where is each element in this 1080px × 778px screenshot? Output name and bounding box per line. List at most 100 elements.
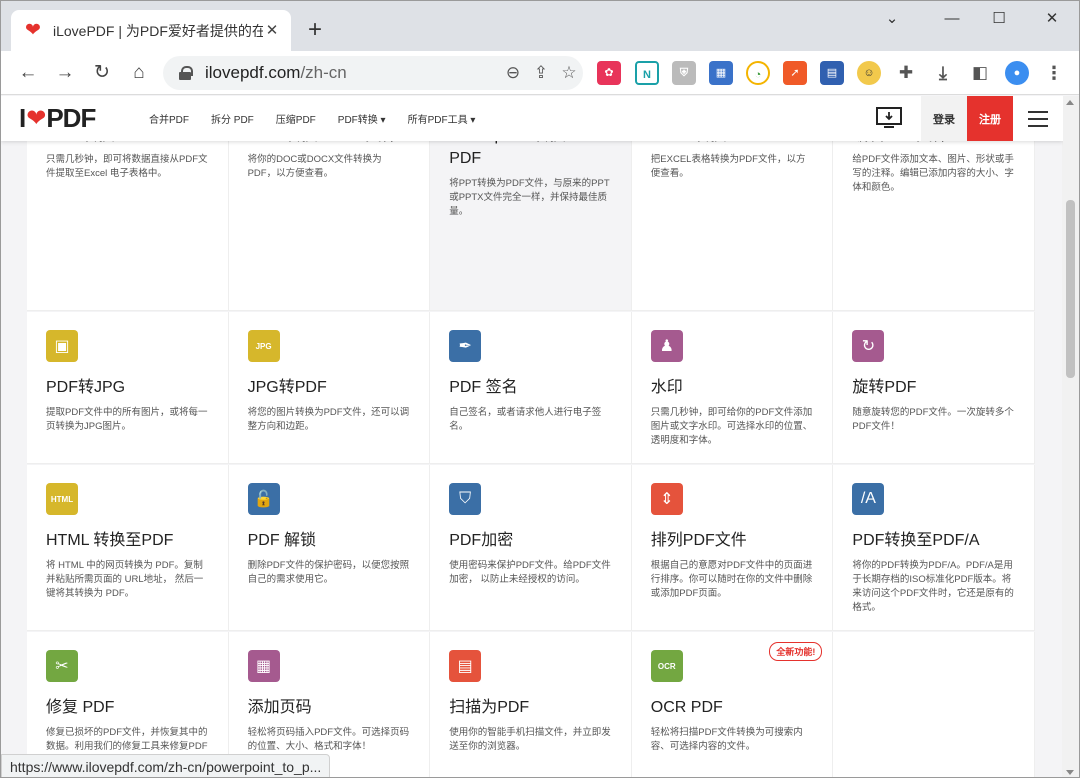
- desktop-app-icon[interactable]: [867, 96, 911, 141]
- tool-card[interactable]: Powerpoint 转换至 PDF将PPT转换为PDF文件，与原来的PPT或P…: [430, 111, 632, 311]
- tool-description: 随意旋转您的PDF文件。一次旋转多个PDF文件！: [852, 407, 1014, 432]
- tool-card[interactable]: ↻ 旋转PDF 随意旋转您的PDF文件。一次旋转多个PDF文件！: [833, 312, 1035, 464]
- browser-tab[interactable]: ❤ iLovePDF | 为PDF爱好者提供的在线工具 ✕: [11, 10, 291, 51]
- sign-icon: ✒: [449, 330, 482, 362]
- unlock-icon: 🔓: [247, 483, 280, 515]
- watermark-icon: ♟: [650, 330, 683, 362]
- pdf-to-jpg-icon: ▣: [46, 330, 78, 362]
- nav-all-tools[interactable]: 所有PDF工具 ▾: [408, 111, 476, 126]
- tool-description: 轻松将扫描PDF文件转换为可搜索内容、可选择内容的文件。: [650, 727, 803, 752]
- tool-description: 只需几秒钟，即可给你的PDF文件添加图片或文字水印。可选择水印的位置、透明度和字…: [650, 407, 813, 446]
- ocr-icon: OCR: [650, 650, 683, 682]
- extension-shield-icon[interactable]: ⛨: [672, 61, 696, 85]
- tab-search-icon[interactable]: ⌄: [869, 9, 915, 29]
- tool-description: 把EXCEL表格转换为PDF文件，以方便查看。: [650, 154, 806, 179]
- tool-card[interactable]: OCR OCR PDF 轻松将扫描PDF文件转换为可搜索内容、可选择内容的文件。 全新…: [631, 632, 834, 777]
- lock-icon: [179, 66, 193, 80]
- tool-description: 将你的DOC或DOCX文件转换为PDF，以方便查看。: [247, 154, 382, 179]
- tool-card[interactable]: /A PDF转换至PDF/A 将你的PDF转换为PDF/A。PDF/A是用于长期存档…: [833, 465, 1035, 631]
- scan-icon: ▤: [449, 650, 482, 682]
- vertical-scrollbar[interactable]: [1062, 96, 1079, 777]
- tool-title: 修复 PDF: [46, 699, 115, 716]
- extension-circle-icon[interactable]: ◔: [746, 61, 770, 85]
- rotate-icon: ↻: [852, 330, 885, 362]
- extension-1-icon[interactable]: ✿: [597, 61, 621, 85]
- nav-merge-pdf[interactable]: 合并PDF: [149, 111, 189, 126]
- tool-title: 扫描为PDF: [449, 699, 530, 716]
- html-icon: HTML: [46, 483, 78, 515]
- logo-text-i: I: [19, 103, 26, 133]
- heart-icon: ❤: [26, 105, 46, 132]
- page-viewport: I ❤ PDF 合并PDF 拆分 PDF 压缩PDF PDF转换 ▾ 所有PDF工具…: [1, 96, 1063, 777]
- tool-description: 将 HTML 中的网页转换为 PDF。复制并粘贴所需页面的 URL地址， 然后一…: [46, 560, 204, 599]
- share-icon[interactable]: ⇪: [527, 59, 555, 87]
- tool-title: PDF 解锁: [247, 532, 317, 549]
- organize-icon: ⇕: [650, 483, 683, 515]
- site-header: I ❤ PDF 合并PDF 拆分 PDF 压缩PDF PDF转换 ▾ 所有PDF工具…: [1, 96, 1063, 141]
- browser-menu-icon[interactable]: ⋮: [1042, 61, 1066, 85]
- tool-title: HTML 转换至PDF: [46, 532, 174, 549]
- tool-title: 旋转PDF: [852, 379, 917, 396]
- back-button[interactable]: ←: [15, 60, 41, 86]
- nav-split-pdf[interactable]: 拆分 PDF: [211, 111, 254, 126]
- extension-swift-icon[interactable]: ➚: [783, 61, 807, 85]
- extension-map-icon[interactable]: ▦: [709, 61, 733, 85]
- tool-title: PDF加密: [449, 532, 514, 549]
- bookmark-star-icon[interactable]: ☆: [555, 59, 583, 87]
- download-icon[interactable]: ⤓: [931, 61, 955, 85]
- close-tab-icon[interactable]: ✕: [263, 22, 281, 40]
- tool-description: 使用你的智能手机扫描文件，并立即发送至你的浏览器。: [449, 727, 611, 752]
- new-tab-button[interactable]: +: [303, 18, 327, 43]
- tool-card[interactable]: JPG JPG转PDF 将您的图片转换为PDF文件，还可以调整方向和边距。: [228, 312, 431, 464]
- login-button[interactable]: 登录: [921, 96, 967, 141]
- signup-button[interactable]: 注册: [967, 96, 1013, 141]
- new-feature-badge: 全新功能!: [769, 642, 823, 661]
- tool-card[interactable]: ♟ 水印 只需几秒钟，即可给你的PDF文件添加图片或文字水印。可选择水印的位置、透明…: [631, 312, 834, 464]
- tool-title: PDF 签名: [449, 379, 518, 396]
- ilovepdf-logo[interactable]: I ❤ PDF: [19, 103, 129, 134]
- tool-card[interactable]: ▤ 扫描为PDF 使用你的智能手机扫描文件，并立即发送至你的浏览器。: [430, 632, 632, 777]
- browser-window: ❤ iLovePDF | 为PDF爱好者提供的在线工具 ✕ + ⌄ — ☐ ✕ …: [0, 0, 1080, 778]
- tool-description: 只需几秒钟，即可将数据直接从PDF文件提取至Excel 电子表格中。: [46, 154, 208, 179]
- forward-button[interactable]: →: [52, 60, 78, 86]
- tool-card[interactable]: ⇕ 排列PDF文件 根据自己的意愿对PDF文件中的页面进行排序。你可以随时在你的文件…: [631, 465, 834, 631]
- tool-description: 将您的图片转换为PDF文件，还可以调整方向和边距。: [247, 407, 410, 432]
- extensions-puzzle-icon[interactable]: ✚: [894, 61, 918, 85]
- home-button[interactable]: ⌂: [126, 60, 152, 86]
- tool-card[interactable]: ⛉ PDF加密 使用密码来保护PDF文件。给PDF文件加密， 以防止未经授权的访问。: [430, 465, 632, 631]
- address-url: ilovepdf.com/zh-cn: [205, 63, 347, 82]
- tool-card[interactable]: PDF 转换至 Excel只需几秒钟，即可将数据直接从PDF文件提取至Excel…: [27, 111, 229, 311]
- tool-description: 将你的PDF转换为PDF/A。PDF/A是用于长期存档的ISO标准化PDF版本。…: [852, 560, 1014, 613]
- tool-description: 根据自己的意愿对PDF文件中的页面进行排序。你可以随时在你的文件中删除或添加PD…: [650, 560, 813, 599]
- tool-card[interactable]: 编辑PDF文件给PDF文件添加文本、图片、形状或手写的注释。编辑已添加内容的大小…: [833, 111, 1035, 311]
- tool-card[interactable]: ▣ PDF转JPG 提取PDF文件中的所有图片，或将每一页转换为JPG图片。: [27, 312, 229, 464]
- tool-card[interactable]: 🔓 PDF 解锁 删除PDF文件的保护密码，以便您按照自己的需求使用它。: [228, 465, 431, 631]
- tool-title: PDF转JPG: [46, 379, 126, 396]
- tool-card[interactable]: ✒ PDF 签名自己签名，或者请求他人进行电子签名。: [430, 312, 632, 464]
- scrollbar-thumb[interactable]: [1066, 200, 1075, 378]
- tool-card[interactable]: Word转换至PDF文件将你的DOC或DOCX文件转换为PDF，以方便查看。: [228, 111, 431, 311]
- profile-avatar-icon[interactable]: ●: [1005, 61, 1029, 85]
- sidepanel-icon[interactable]: ◧: [968, 61, 992, 85]
- extension-notion-icon[interactable]: N: [635, 61, 659, 85]
- nav-compress-pdf[interactable]: 压缩PDF: [276, 111, 316, 126]
- tool-card[interactable]: HTML HTML 转换至PDF 将 HTML 中的网页转换为 PDF。复制并粘贴所…: [27, 465, 229, 631]
- tool-card[interactable]: Excel 转换至 PDF把EXCEL表格转换为PDF文件，以方便查看。: [631, 111, 834, 311]
- maximize-button[interactable]: ☐: [976, 9, 1022, 29]
- nav-convert-pdf[interactable]: PDF转换 ▾: [338, 111, 386, 126]
- tool-description: 提取PDF文件中的所有图片，或将每一页转换为JPG图片。: [46, 407, 208, 432]
- page-numbers-icon: ▦: [247, 650, 280, 682]
- tool-description: 轻松将页码插入PDF文件。可选择页码的位置、大小、格式和字体！: [247, 727, 410, 752]
- close-window-button[interactable]: ✕: [1029, 9, 1075, 29]
- extension-calculator-icon[interactable]: ▤: [820, 61, 844, 85]
- reload-button[interactable]: ↻: [89, 60, 115, 86]
- minimize-button[interactable]: —: [929, 9, 975, 29]
- address-bar[interactable]: ilovepdf.com/zh-cn ⊖ ⇪ ☆: [163, 56, 583, 90]
- tool-description: 使用密码来保护PDF文件。给PDF文件加密， 以防止未经授权的访问。: [449, 560, 611, 585]
- tool-description: 自己签名，或者请求他人进行电子签名。: [449, 407, 602, 432]
- hamburger-menu-icon[interactable]: [1013, 96, 1063, 141]
- tool-title: OCR PDF: [650, 699, 723, 716]
- tool-description: 将PPT转换为PDF文件，与原来的PPT或PPTX文件完全一样，并保持最佳质量。: [449, 178, 610, 217]
- zoom-icon[interactable]: ⊖: [499, 59, 527, 87]
- extension-avatar-icon[interactable]: ☺: [857, 61, 881, 85]
